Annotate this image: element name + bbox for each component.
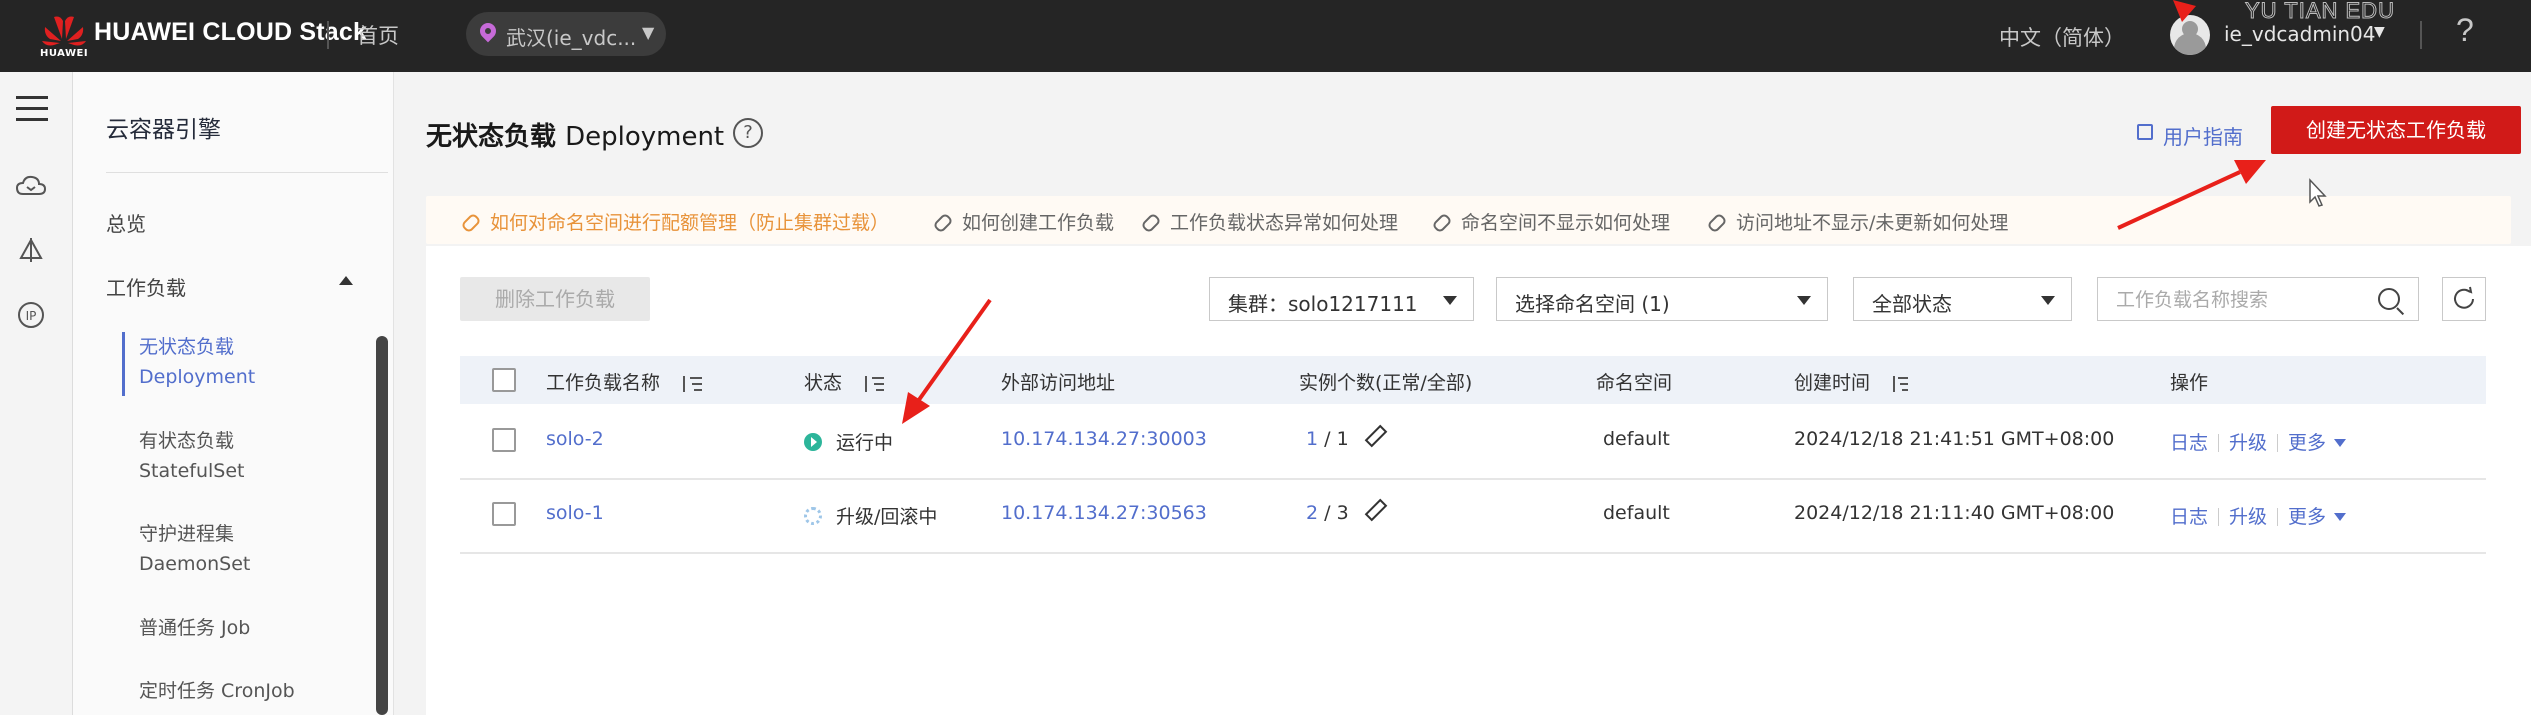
annotation-arrow <box>902 298 992 424</box>
annotation-arrow <box>2173 0 2196 22</box>
annotation-arrow <box>2117 160 2266 230</box>
mouse-cursor-icon <box>2309 178 2327 207</box>
annotation-layer <box>902 0 2327 424</box>
